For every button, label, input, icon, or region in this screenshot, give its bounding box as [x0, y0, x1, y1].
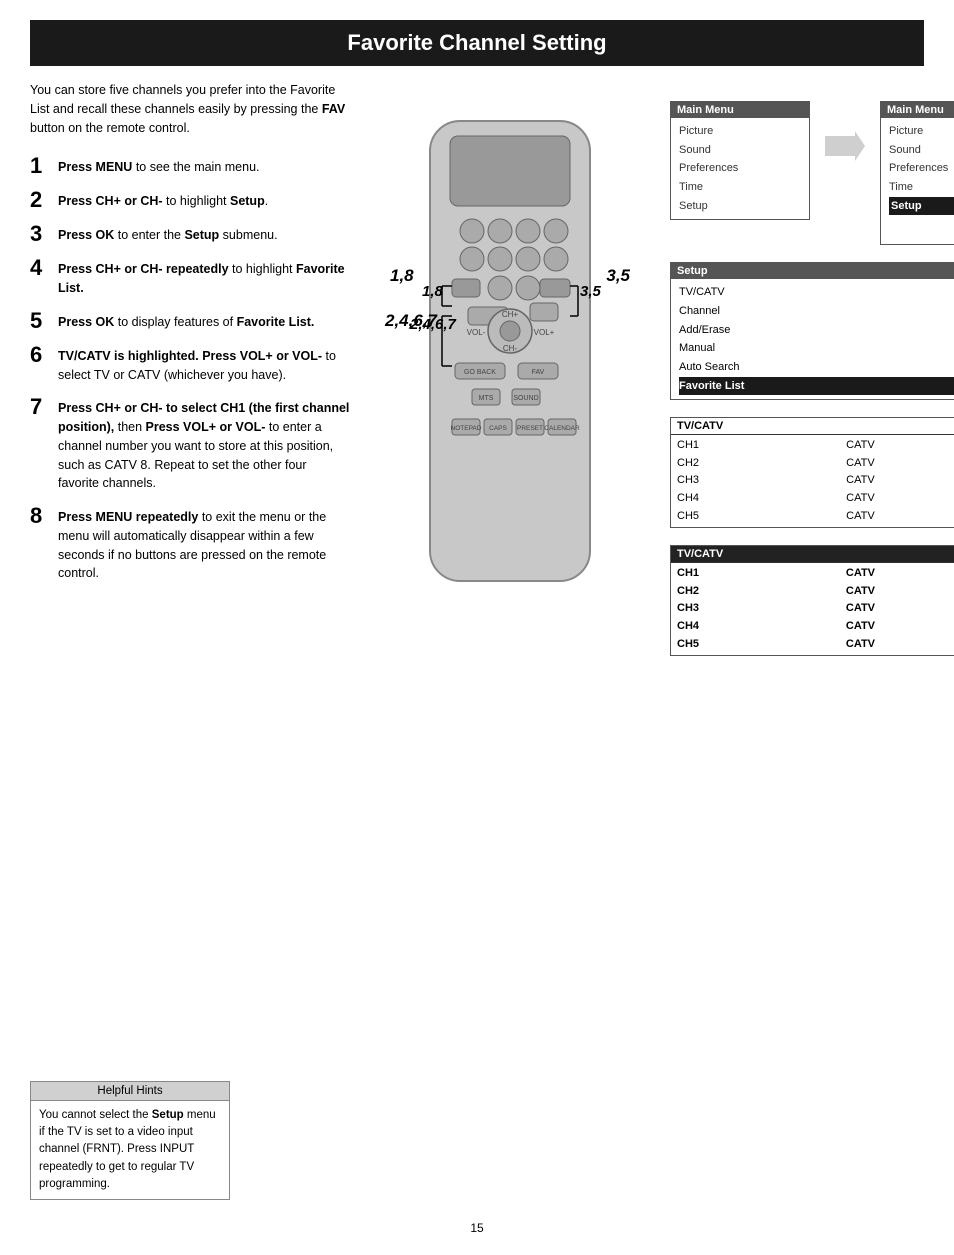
- menu-item-setup: Setup: [679, 197, 801, 216]
- step-6: 6 TV/CATV is highlighted. Press VOL+ or …: [30, 344, 350, 385]
- step-text-1: Press MENU to see the main menu.: [58, 155, 260, 177]
- instructions-column: You can store five channels you prefer i…: [30, 81, 350, 656]
- ch-bold-header-left: TV/CATV: [677, 548, 723, 560]
- setup-row-channel: Channel 1: [679, 302, 954, 321]
- step-text-8: Press MENU repeatedly to exit the menu o…: [58, 505, 350, 583]
- ch-list-bold-body: CH1CATV1 CH2CATV2 CH3CATV3 CH4CATV4 CH5C…: [671, 563, 954, 655]
- step-number-6: 6: [30, 344, 50, 366]
- setup-row-tvcatv: TV/CATV CATV: [679, 283, 954, 302]
- step-text-6: TV/CATV is highlighted. Press VOL+ or VO…: [58, 344, 350, 385]
- ch-list-bold-header: TV/CATV CATV: [671, 546, 954, 563]
- hints-header: Helpful Hints: [31, 1082, 229, 1101]
- ch-header-left: TV/CATV: [677, 420, 723, 432]
- step-number-4: 4: [30, 257, 50, 279]
- page-number: 15: [470, 1221, 483, 1235]
- main-menu-small-body: Picture Sound Preferences Time Setup: [671, 118, 809, 219]
- remote-area: 1,8 2,4,6,7 3,5: [370, 81, 650, 656]
- ch-list-normal-header: TV/CATV CATV: [671, 418, 954, 435]
- menu-item-sound: Sound: [679, 141, 801, 160]
- setup-menu-header: Setup: [671, 263, 954, 279]
- top-menus-row: Main Menu Picture Sound Preferences Time…: [670, 101, 954, 245]
- ch-bold-row-1: CH1CATV1: [677, 565, 954, 583]
- step-text-7: Press CH+ or CH- to select CH1 (the firs…: [58, 396, 350, 493]
- menu-arrow-connector: [825, 131, 865, 161]
- setup-row-manual: Manual Down: [679, 339, 954, 358]
- menu-large-picture: Picture: [889, 122, 954, 141]
- menu-item-picture: Picture: [679, 122, 801, 141]
- step-8: 8 Press MENU repeatedly to exit the menu…: [30, 505, 350, 583]
- step-label-18: 1,8: [390, 266, 414, 286]
- svg-text:SOUND: SOUND: [513, 395, 538, 402]
- remote-control-svg: VOL- VOL+ CH+ CH- GO BACK FAV MTS SOUND: [400, 111, 620, 591]
- svg-text:CALENDAR: CALENDAR: [544, 425, 580, 432]
- step-text-5: Press OK to display features of Favorite…: [58, 310, 314, 332]
- ch-list-normal-body: CH1CATV1 CH2CATV2 CH3CATV3 CH4CATV4 CH5C…: [671, 435, 954, 527]
- svg-text:VOL+: VOL+: [534, 328, 555, 337]
- menu-screenshots-column: Main Menu Picture Sound Preferences Time…: [670, 81, 954, 656]
- setup-menu: Setup TV/CATV CATV Channel 1 Add/Erase E…: [670, 262, 954, 400]
- menu-large-time: Time: [889, 178, 954, 197]
- ch-normal-row-5: CH5CATV5: [677, 508, 954, 526]
- ch-bold-row-5: CH5CATV5: [677, 636, 954, 654]
- ch-normal-row-1: CH1CATV1: [677, 437, 954, 455]
- main-menu-large-body: Picture Sound Preferences Time Setup: [881, 118, 954, 244]
- setup-row-favlist-highlighted: Favorite List: [679, 377, 954, 396]
- svg-text:PRESET: PRESET: [517, 425, 543, 432]
- step-text-4: Press CH+ or CH- repeatedly to highlight…: [58, 257, 350, 298]
- svg-text:FAV: FAV: [532, 369, 545, 376]
- svg-text:CH-: CH-: [503, 344, 518, 353]
- ch-list-bold: TV/CATV CATV CH1CATV1 CH2CATV2 CH3CATV3 …: [670, 545, 954, 656]
- svg-text:NOTEPAD: NOTEPAD: [451, 425, 482, 432]
- menu-large-preferences: Preferences: [889, 159, 954, 178]
- hints-body: You cannot select the Setup menu if the …: [31, 1101, 229, 1199]
- step-text-3: Press OK to enter the Setup submenu.: [58, 223, 278, 245]
- step-7: 7 Press CH+ or CH- to select CH1 (the fi…: [30, 396, 350, 493]
- step-text-2: Press CH+ or CH- to highlight Setup.: [58, 189, 268, 211]
- menu-large-setup-highlighted: Setup: [889, 197, 954, 216]
- step-5: 5 Press OK to display features of Favori…: [30, 310, 350, 332]
- menu-item-preferences: Preferences: [679, 159, 801, 178]
- main-menu-large: Main Menu Picture Sound Preferences Time…: [880, 101, 954, 245]
- ch-bold-row-2: CH2CATV2: [677, 583, 954, 601]
- step-number-3: 3: [30, 223, 50, 245]
- menu-item-time: Time: [679, 178, 801, 197]
- main-menu-small: Main Menu Picture Sound Preferences Time…: [670, 101, 810, 220]
- title-text: Favorite Channel Setting: [347, 30, 606, 55]
- step-number-2: 2: [30, 189, 50, 211]
- svg-text:VOL-: VOL-: [467, 328, 486, 337]
- svg-text:GO BACK: GO BACK: [464, 369, 496, 376]
- ch-bold-row-3: CH3CATV3: [677, 600, 954, 618]
- setup-row-autosearch: Auto Search –: [679, 358, 954, 377]
- ch-bold-row-4: CH4CATV4: [677, 618, 954, 636]
- step-number-8: 8: [30, 505, 50, 527]
- menu-large-sound: Sound: [889, 141, 954, 160]
- remote-svg: 1,8 2,4,6,7 3,5: [400, 111, 620, 656]
- step-4: 4 Press CH+ or CH- repeatedly to highlig…: [30, 257, 350, 298]
- step-label-35: 3,5: [606, 266, 630, 286]
- page-title: Favorite Channel Setting: [30, 20, 924, 66]
- ch-normal-row-4: CH4CATV4: [677, 490, 954, 508]
- step-3: 3 Press OK to enter the Setup submenu.: [30, 223, 350, 245]
- step-2: 2 Press CH+ or CH- to highlight Setup.: [30, 189, 350, 211]
- svg-text:CH+: CH+: [502, 310, 519, 319]
- svg-text:1,8: 1,8: [422, 283, 444, 300]
- ch-normal-row-2: CH2CATV2: [677, 455, 954, 473]
- step-number-7: 7: [30, 396, 50, 418]
- svg-text:CAPS: CAPS: [489, 425, 507, 432]
- setup-menu-body: TV/CATV CATV Channel 1 Add/Erase Erase M…: [671, 279, 954, 399]
- svg-text:3,5: 3,5: [580, 283, 602, 300]
- svg-text:MTS: MTS: [479, 395, 494, 402]
- step-label-2467: 2,4,6,7: [385, 311, 437, 331]
- intro-text: You can store five channels you prefer i…: [30, 81, 350, 137]
- helpful-hints-box: Helpful Hints You cannot select the Setu…: [30, 1081, 230, 1200]
- setup-row-adderase: Add/Erase Erase: [679, 321, 954, 340]
- step-1: 1 Press MENU to see the main menu.: [30, 155, 350, 177]
- step-number-5: 5: [30, 310, 50, 332]
- ch-list-normal: TV/CATV CATV CH1CATV1 CH2CATV2 CH3CATV3 …: [670, 417, 954, 528]
- main-menu-small-header: Main Menu: [671, 102, 809, 118]
- arrow-svg: [825, 131, 865, 161]
- ch-normal-row-3: CH3CATV3: [677, 472, 954, 490]
- step-number-1: 1: [30, 155, 50, 177]
- main-menu-large-header: Main Menu: [881, 102, 954, 118]
